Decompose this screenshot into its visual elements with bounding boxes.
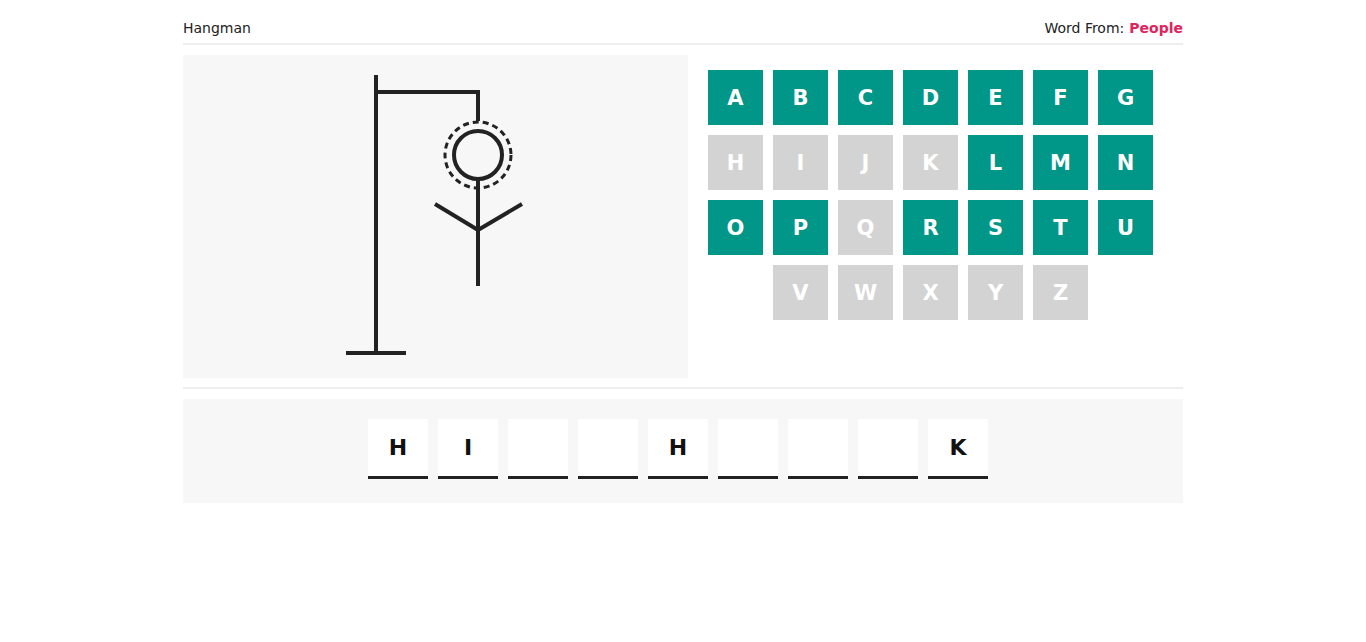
- right-arm: [478, 204, 522, 230]
- letter-key[interactable]: G: [1098, 70, 1153, 125]
- title: Hangman: [183, 20, 251, 36]
- key-row: OPQRSTU: [708, 200, 1153, 255]
- letter-key[interactable]: D: [903, 70, 958, 125]
- word-panel: HIHK: [183, 399, 1183, 503]
- letter-key: X: [903, 265, 958, 320]
- header: Hangman Word From:People: [183, 0, 1183, 45]
- divider: [183, 387, 1183, 389]
- body: [476, 179, 480, 286]
- letter-key[interactable]: C: [838, 70, 893, 125]
- main: ABCDEFG HIJKLMN OPQRSTU VWXYZ: [183, 55, 1183, 378]
- letter-key[interactable]: N: [1098, 135, 1153, 190]
- letter-key[interactable]: E: [968, 70, 1023, 125]
- letter-slot: K: [928, 419, 988, 479]
- letter-key[interactable]: M: [1033, 135, 1088, 190]
- letter-key[interactable]: L: [968, 135, 1023, 190]
- stage: [183, 55, 688, 378]
- category: Word From:People: [1044, 20, 1183, 36]
- letter-key[interactable]: P: [773, 200, 828, 255]
- letter-key[interactable]: O: [708, 200, 763, 255]
- letter-slot: H: [368, 419, 428, 479]
- letter-key: Y: [968, 265, 1023, 320]
- letter-key[interactable]: R: [903, 200, 958, 255]
- letter-key: Z: [1033, 265, 1088, 320]
- letter-key: H: [708, 135, 763, 190]
- category-value: People: [1129, 20, 1183, 36]
- letter-slot: [788, 419, 848, 479]
- letter-key: K: [903, 135, 958, 190]
- key-row: VWXYZ: [708, 265, 1153, 320]
- letter-slot: [508, 419, 568, 479]
- key-row: ABCDEFG: [708, 70, 1153, 125]
- letter-key[interactable]: S: [968, 200, 1023, 255]
- hangman-figure: [183, 55, 688, 378]
- head: [454, 131, 502, 179]
- letter-key[interactable]: T: [1033, 200, 1088, 255]
- letter-key[interactable]: A: [708, 70, 763, 125]
- letter-key: J: [838, 135, 893, 190]
- keyboard: ABCDEFG HIJKLMN OPQRSTU VWXYZ: [708, 55, 1153, 378]
- letter-slot: H: [648, 419, 708, 479]
- gallows: [346, 75, 480, 353]
- key-row: HIJKLMN: [708, 135, 1153, 190]
- letter-key[interactable]: B: [773, 70, 828, 125]
- letter-slot: [578, 419, 638, 479]
- letter-slot: I: [438, 419, 498, 479]
- letter-slot: [858, 419, 918, 479]
- left-arm: [435, 204, 478, 230]
- letter-key: V: [773, 265, 828, 320]
- letter-slot: [718, 419, 778, 479]
- letter-key: I: [773, 135, 828, 190]
- head-ring: [445, 122, 511, 188]
- letter-key[interactable]: F: [1033, 70, 1088, 125]
- hangman-page: HangmanWord From:PeopleABCDEFGHIJKLMNOPQ…: [183, 0, 1183, 503]
- letter-key[interactable]: U: [1098, 200, 1153, 255]
- letter-key: Q: [838, 200, 893, 255]
- letter-key: W: [838, 265, 893, 320]
